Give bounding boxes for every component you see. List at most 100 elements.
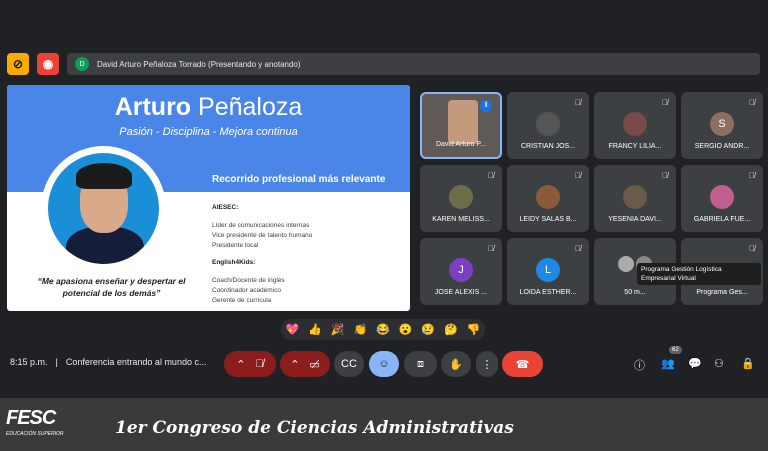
- captions-icon: CC: [341, 358, 357, 370]
- org2-item: Coach/Docente de inglés: [212, 277, 285, 284]
- participant-tile[interactable]: 🎙̸ L LOIDA ESTHER...: [507, 238, 589, 305]
- participant-avatar: L: [536, 258, 560, 282]
- participant-name: 50 m...: [624, 289, 646, 296]
- meet-window: ⊘ ◉ D David Arturo Peñaloza Torrado (Pre…: [0, 0, 768, 451]
- presentation-slide: Arturo Peñaloza Pasión - Disciplina - Me…: [7, 85, 410, 311]
- banner-title: 1er Congreso de Ciencias Administrativas: [115, 418, 514, 438]
- participant-name: KAREN MELISS...: [432, 216, 490, 223]
- camera-off-icon: ▭̸: [309, 358, 320, 371]
- chat-icon[interactable]: 💬: [688, 357, 702, 370]
- tooltip-line: Empresarial Virtual: [641, 275, 696, 282]
- org2-item: Coordinador académico: [212, 287, 282, 294]
- fesc-logo: FESC: [6, 407, 56, 429]
- people-count-badge: 62: [669, 346, 682, 354]
- participant-tile[interactable]: 🎙̸ LEIDY SALAS B...: [507, 165, 589, 232]
- slide-subtitle: Pasión - Disciplina - Mejora continua: [119, 126, 298, 138]
- slide-quote: “Me apasiona enseñar y despertar el pote…: [37, 276, 186, 298]
- org1-item: Vice presidente de talento humano: [212, 232, 313, 239]
- info-icon[interactable]: ⓘ: [634, 357, 645, 373]
- activities-icon[interactable]: ⚇: [714, 357, 724, 370]
- participant-tile[interactable]: 🎙̸ CRISTIAN JOS...: [507, 92, 589, 159]
- participant-tooltip: Programa Gestión Logística Empresarial V…: [637, 263, 761, 285]
- mic-muted-icon: 🎙̸: [488, 171, 494, 180]
- tooltip-line: Programa Gestión Logística: [641, 266, 722, 273]
- present-now-button[interactable]: ⧈: [404, 351, 437, 377]
- microphone-toggle-button[interactable]: ⌃ 🎙̸: [224, 351, 276, 377]
- presenter-bar: D David Arturo Peñaloza Torrado (Present…: [67, 53, 760, 75]
- reaction-clap-icon[interactable]: 👏: [353, 323, 367, 336]
- reaction-surprised-icon[interactable]: 😮: [399, 323, 413, 336]
- leave-call-button[interactable]: ☎: [502, 351, 543, 377]
- participant-name: Programa Ges...: [696, 289, 748, 296]
- org2-label: English4Kids:: [212, 259, 256, 266]
- participant-name: CRISTIAN JOS...: [520, 143, 576, 150]
- more-vert-icon: ⋮: [481, 358, 493, 371]
- meeting-separator: |: [55, 357, 58, 367]
- meeting-info: 8:15 p.m. | Conferencia entrando al mund…: [10, 357, 206, 367]
- participant-avatar: J: [449, 258, 473, 282]
- meeting-title: Conferencia entrando al mundo c...: [65, 357, 207, 367]
- participant-tile[interactable]: 🎙̸ KAREN MELISS...: [420, 165, 502, 232]
- reaction-sad-icon[interactable]: 😢: [421, 323, 435, 336]
- hang-up-icon: ☎: [515, 358, 530, 371]
- reaction-party-icon[interactable]: 🎉: [331, 323, 345, 336]
- participant-name: JOSE ALEXIS ...: [434, 289, 488, 296]
- participant-name: SERGIO ANDR...: [694, 143, 750, 150]
- reaction-laugh-icon[interactable]: 😂: [376, 323, 390, 336]
- chevron-up-icon: ⌃: [236, 358, 246, 371]
- hand-icon: ✋: [449, 358, 463, 371]
- participant-tile[interactable]: 🎙̸ YESENIA DAVI...: [594, 165, 676, 232]
- meeting-time: 8:15 p.m.: [10, 357, 48, 367]
- section-title: Recorrido profesional más relevante: [212, 174, 386, 185]
- participant-tile[interactable]: 🎙̸ J JOSE ALEXIS ...: [420, 238, 502, 305]
- slide-title: Arturo Peñaloza: [7, 93, 410, 122]
- participant-tile[interactable]: ⦀ David Arturo P...: [420, 92, 502, 159]
- emoji-button[interactable]: ☺: [369, 351, 399, 377]
- presenter-initial-avatar: D: [75, 57, 89, 71]
- top-black-area: [0, 0, 768, 48]
- participant-tile[interactable]: 🎙̸ S SERGIO ANDR...: [681, 92, 763, 159]
- host-controls-icon[interactable]: 🔒: [741, 357, 755, 370]
- captions-button[interactable]: CC: [334, 351, 364, 377]
- slide-title-first: Arturo: [114, 93, 192, 121]
- mic-muted-icon: 🎙̸: [749, 98, 755, 107]
- mic-muted-icon: 🎙̸: [488, 244, 494, 253]
- participant-name: YESENIA DAVI...: [608, 216, 662, 223]
- recording-icon[interactable]: ◉: [37, 53, 59, 75]
- fesc-logo-sub: EDUCACIÓN SUPERIOR: [6, 431, 64, 437]
- org2-item: Gerente de currícula: [212, 297, 272, 304]
- participant-tile[interactable]: 🎙̸ GABRIELA FUE...: [681, 165, 763, 232]
- reaction-thumbs-up-icon[interactable]: 👍: [308, 323, 322, 336]
- mic-muted-icon: 🎙̸: [662, 98, 668, 107]
- camera-toggle-button[interactable]: ⌃ ▭̸: [280, 351, 330, 377]
- mic-muted-icon: 🎙̸: [749, 244, 755, 253]
- presenter-text: David Arturo Peñaloza Torrado (Presentan…: [97, 59, 301, 69]
- participant-avatar: S: [710, 112, 734, 136]
- participant-name: FRANCY LILIA...: [608, 143, 662, 150]
- emoji-icon: ☺: [378, 358, 390, 370]
- participant-tile[interactable]: 🎙̸ FRANCY LILIA...: [594, 92, 676, 159]
- raise-hand-button[interactable]: ✋: [441, 351, 471, 377]
- participant-name: GABRIELA FUE...: [693, 216, 751, 223]
- mic-muted-icon: 🎙̸: [749, 171, 755, 180]
- mic-muted-icon: 🎙̸: [662, 171, 668, 180]
- camera-off-indicator-icon[interactable]: ⊘: [7, 53, 29, 75]
- org1-item: Líder de comunicaciones internas: [212, 222, 310, 229]
- chevron-up-icon: ⌃: [290, 358, 300, 371]
- reaction-thinking-icon[interactable]: 🤔: [444, 323, 458, 336]
- mic-off-icon: 🎙̸: [255, 358, 264, 370]
- slide-title-last: Peñaloza: [191, 93, 303, 121]
- mic-muted-icon: 🎙̸: [575, 98, 581, 107]
- mic-muted-icon: 🎙̸: [575, 244, 581, 253]
- reaction-thumbs-down-icon[interactable]: 👎: [467, 323, 481, 336]
- org1-label: AIESEC:: [212, 204, 239, 211]
- participant-name: David Arturo P...: [435, 141, 487, 148]
- speaker-photo: [41, 146, 166, 271]
- participant-name: LOIDA ESTHER...: [519, 289, 577, 296]
- reaction-heart-icon[interactable]: 💖: [285, 323, 299, 336]
- reactions-bar: 💖 👍 🎉 👏 😂 😮 😢 🤔 👎: [281, 319, 485, 340]
- mic-muted-icon: 🎙̸: [575, 171, 581, 180]
- participant-name: LEIDY SALAS B...: [519, 216, 577, 223]
- people-icon[interactable]: 👥: [661, 357, 675, 370]
- more-options-button[interactable]: ⋮: [476, 351, 498, 377]
